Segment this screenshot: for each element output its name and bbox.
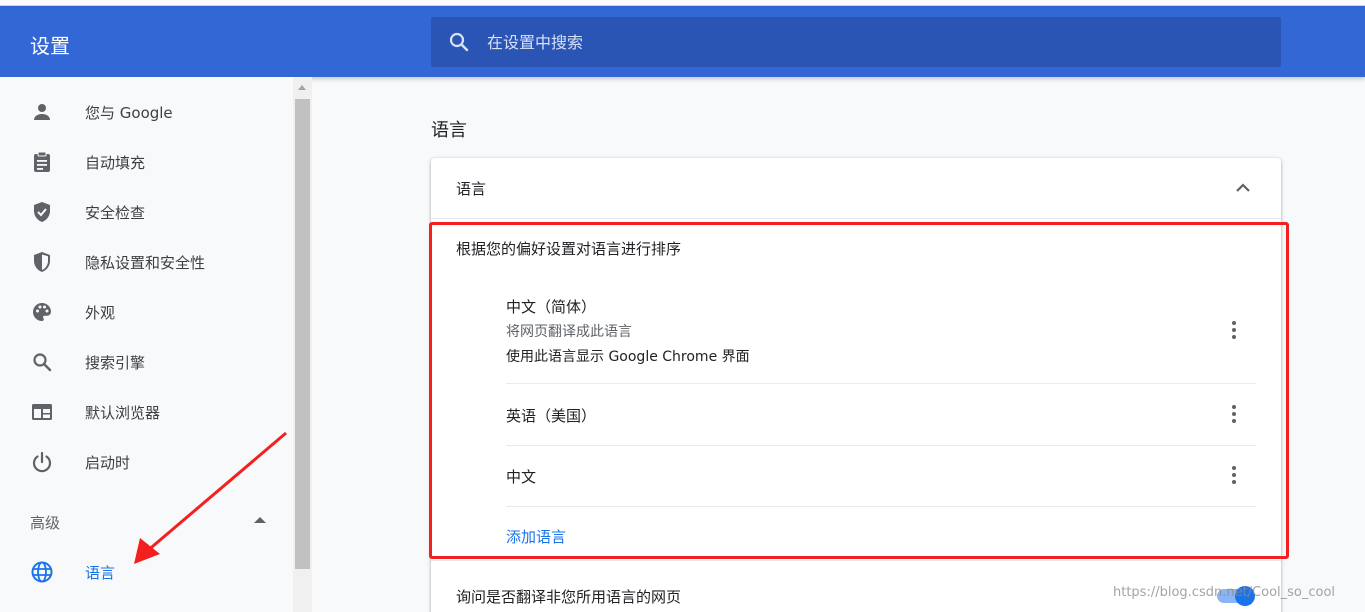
language-name: 英语（美国） <box>506 407 597 425</box>
page-title: 设置 <box>30 34 70 58</box>
sidebar-item-autofill[interactable]: 自动填充 <box>0 137 293 187</box>
sidebar-item-appearance[interactable]: 外观 <box>0 287 293 337</box>
chevron-up-icon[interactable] <box>1231 176 1255 200</box>
sidebar-item-safety-check[interactable]: 安全检查 <box>0 187 293 237</box>
watermark: https://blog.csdn.net/Cool_so_cool <box>1113 585 1336 600</box>
search-input[interactable] <box>487 17 1247 67</box>
language-ui-note: 使用此语言显示 Google Chrome 界面 <box>506 349 750 365</box>
clipboard-icon <box>34 151 50 172</box>
languages-card-header[interactable]: 语言 <box>431 158 1281 218</box>
language-translate-note: 将网页翻译成此语言 <box>506 324 632 340</box>
more-vert-icon[interactable] <box>1224 318 1244 342</box>
divider <box>431 560 1281 561</box>
sidebar-scrollbar[interactable] <box>293 77 312 612</box>
sidebar-item-you-and-google[interactable]: 您与 Google <box>0 87 293 137</box>
browser-window-icon <box>32 404 52 420</box>
divider <box>431 218 1281 219</box>
sidebar-item-label: 外观 <box>85 303 116 322</box>
advanced-label: 高级 <box>30 514 61 532</box>
search-box[interactable] <box>431 17 1281 67</box>
sidebar-item-label: 安全检查 <box>85 203 146 222</box>
divider <box>506 445 1256 446</box>
sidebar-item-label: 您与 Google <box>85 103 173 122</box>
more-vert-icon[interactable] <box>1224 463 1244 487</box>
palette-icon <box>33 303 51 321</box>
language-name: 中文 <box>506 468 537 486</box>
sidebar-item-label: 搜索引擎 <box>85 353 146 372</box>
card-header-label: 语言 <box>456 180 487 198</box>
settings-header: 设置 <box>0 6 1365 77</box>
divider <box>506 383 1256 384</box>
caret-up-icon <box>254 517 266 523</box>
sidebar-item-label: 启动时 <box>85 453 131 472</box>
sidebar-item-label: 默认浏览器 <box>85 403 161 422</box>
power-icon <box>32 451 52 473</box>
shield-check-icon <box>34 202 50 222</box>
sidebar-item-label: 语言 <box>85 563 116 582</box>
sidebar-item-label: 隐私设置和安全性 <box>85 253 206 272</box>
languages-card: 语言 根据您的偏好设置对语言进行排序 中文（简体） 将网页翻译成此语言 使用此语… <box>431 158 1281 612</box>
language-name: 中文（简体） <box>506 298 597 316</box>
list-item: 英语（美国） <box>506 405 1256 429</box>
search-icon <box>449 32 469 52</box>
scroll-up-arrow-icon[interactable] <box>298 85 306 90</box>
list-item: 中文 <box>506 466 1256 490</box>
scrollbar-thumb[interactable] <box>295 99 310 569</box>
offer-translate-label: 询问是否翻译非您所用语言的网页 <box>456 588 682 606</box>
more-vert-icon[interactable] <box>1224 402 1244 426</box>
sidebar-item-search-engine[interactable]: 搜索引擎 <box>0 337 293 387</box>
person-icon <box>34 104 50 120</box>
search-icon <box>33 353 52 372</box>
sidebar-item-languages[interactable]: 语言 <box>0 547 293 597</box>
shield-icon <box>34 252 50 272</box>
sidebar-item-label: 自动填充 <box>85 153 146 172</box>
sidebar-item-on-startup[interactable]: 启动时 <box>0 437 293 487</box>
advanced-section-toggle[interactable]: 高级 <box>0 497 293 547</box>
language-order-description: 根据您的偏好设置对语言进行排序 <box>456 240 682 258</box>
list-item: 中文（简体） 将网页翻译成此语言 使用此语言显示 Google Chrome 界… <box>506 296 1256 368</box>
sidebar-item-privacy[interactable]: 隐私设置和安全性 <box>0 237 293 287</box>
sidebar: 您与 Google 自动填充 安全检查 隐私设置和安全性 外观 搜索引擎 默认浏… <box>0 77 293 612</box>
globe-icon <box>31 561 53 583</box>
section-title: 语言 <box>431 120 467 141</box>
add-language-link[interactable]: 添加语言 <box>506 526 566 547</box>
divider <box>506 506 1256 507</box>
sidebar-item-default-browser[interactable]: 默认浏览器 <box>0 387 293 437</box>
